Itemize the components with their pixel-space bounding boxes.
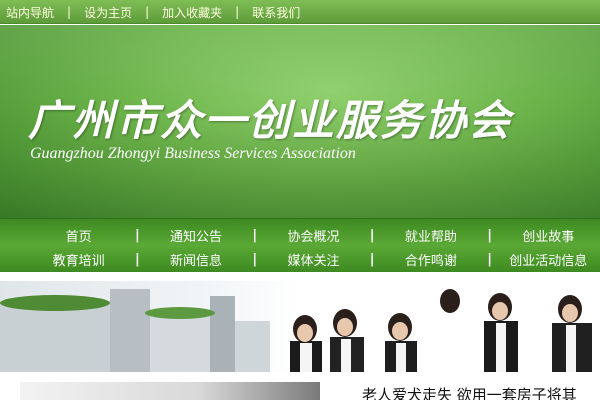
faces	[297, 302, 578, 342]
nav-item-about[interactable]: 协会概况	[262, 226, 365, 245]
people-group	[290, 289, 592, 372]
greenery	[0, 295, 110, 311]
nav-item-training[interactable]: 教育培训	[27, 250, 130, 269]
nav-item-partners[interactable]: 合作鸣谢	[379, 250, 482, 269]
nav-item-notices[interactable]: 通知公告	[144, 226, 247, 245]
nav-row-1: 首页 | 通知公告 | 协会概况 | 就业帮助 | 创业故事	[0, 223, 600, 247]
nav-item-home[interactable]: 首页	[27, 226, 130, 245]
nav-separator: |	[369, 251, 375, 267]
business-team-photo	[0, 289, 592, 372]
building-block	[210, 296, 235, 372]
main-nav: 首页 | 通知公告 | 协会概况 | 就业帮助 | 创业故事 教育培训 | 新闻…	[0, 218, 600, 272]
news-thumbnail[interactable]	[20, 382, 320, 400]
nav-item-media[interactable]: 媒体关注	[262, 250, 365, 269]
building-block	[0, 301, 110, 372]
nav-separator: |	[487, 251, 492, 267]
top-strip: 站内导航 | 设为主页 | 加入收藏夹 | 联系我们	[0, 0, 600, 24]
top-separator: |	[67, 5, 72, 19]
top-links: 站内导航 | 设为主页 | 加入收藏夹 | 联系我们	[6, 0, 300, 24]
top-separator: |	[145, 5, 150, 19]
contact-us-link[interactable]: 联系我们	[252, 4, 300, 21]
add-favorites-link[interactable]: 加入收藏夹	[162, 4, 222, 21]
set-homepage-link[interactable]: 设为主页	[84, 4, 132, 21]
building-block	[150, 311, 210, 372]
banner-photo-strip	[0, 281, 600, 372]
nav-separator: |	[252, 227, 258, 243]
site-nav-link[interactable]: 站内导航	[6, 4, 54, 21]
nav-row-2: 教育培训 | 新闻信息 | 媒体关注 | 合作鸣谢 | 创业活动信息	[0, 247, 600, 271]
news-headline[interactable]: 老人爱犬走失 欲用一套房子将其	[362, 384, 577, 400]
nav-separator: |	[134, 251, 140, 267]
nav-item-employment-help[interactable]: 就业帮助	[379, 226, 482, 245]
building-block	[235, 321, 270, 372]
top-separator: |	[235, 5, 240, 19]
header-banner: 广州市众一创业服务协会 Guangzhou Zhongyi Business S…	[0, 25, 600, 218]
nav-item-startup-stories[interactable]: 创业故事	[497, 226, 600, 245]
nav-separator: |	[134, 227, 140, 243]
nav-item-startup-events[interactable]: 创业活动信息	[497, 250, 600, 269]
news-section: 老人爱犬走失 欲用一套房子将其	[0, 372, 600, 400]
nav-item-news[interactable]: 新闻信息	[144, 250, 247, 269]
site-title-en: Guangzhou Zhongyi Business Services Asso…	[30, 145, 356, 162]
building-block	[110, 289, 150, 372]
nav-separator: |	[252, 251, 258, 267]
nav-separator: |	[487, 227, 492, 243]
nav-separator: |	[369, 227, 375, 243]
greenery	[145, 307, 215, 319]
site-title-cn: 广州市众一创业服务协会	[28, 96, 513, 145]
